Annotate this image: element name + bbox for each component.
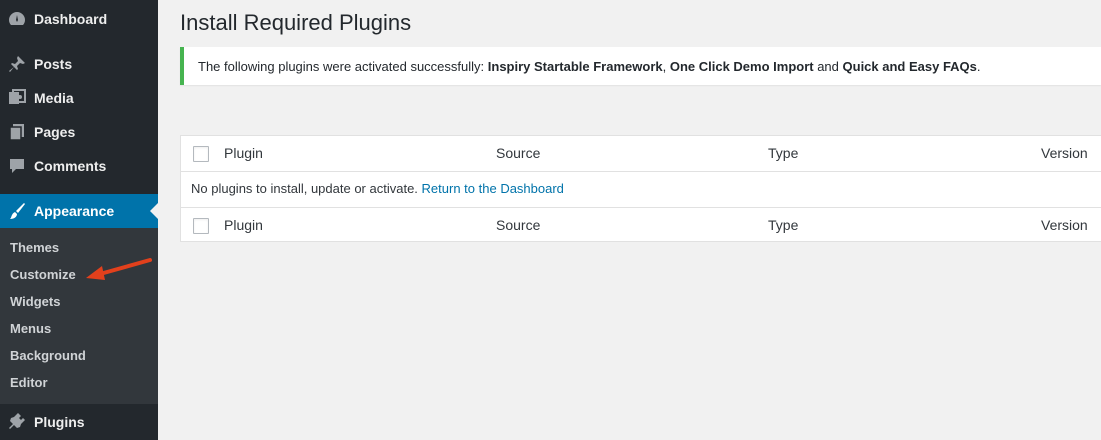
active-menu-pointer [150,203,158,219]
success-notice: The following plugins were activated suc… [180,47,1101,85]
notice-text: The following plugins were activated suc… [198,59,981,74]
table-header: Plugin Source Type Version [181,136,1101,172]
plugin-name: Quick and Easy FAQs [842,59,977,74]
sidebar-item-label: Media [34,90,74,106]
select-all-checkbox-footer[interactable] [193,218,209,234]
column-footer-plugin[interactable]: Plugin [224,217,263,233]
submenu-item-themes[interactable]: Themes [10,240,59,255]
plugin-icon [8,413,26,431]
plugin-name: One Click Demo Import [669,59,814,74]
submenu-item-editor[interactable]: Editor [10,375,48,390]
column-header-source[interactable]: Source [496,145,540,161]
empty-message: No plugins to install, update or activat… [191,181,564,196]
pages-icon [8,123,26,141]
sidebar-item-posts[interactable]: Posts [0,47,158,81]
submenu-item-menus[interactable]: Menus [10,321,51,336]
sidebar-item-appearance[interactable]: Appearance [0,194,158,228]
sidebar-item-label: Appearance [34,203,115,219]
paintbrush-icon [8,202,26,220]
sidebar-item-label: Plugins [34,414,85,430]
table-row: No plugins to install, update or activat… [181,171,1101,206]
admin-sidebar: Dashboard Posts Media Pages Comments App… [0,0,158,440]
column-header-type[interactable]: Type [768,145,798,161]
table-footer: Plugin Source Type Version [181,207,1101,243]
sidebar-item-plugins[interactable]: Plugins [0,405,158,439]
column-footer-version[interactable]: Version [1041,217,1088,233]
submenu-item-background[interactable]: Background [10,348,86,363]
select-all-checkbox[interactable] [193,146,209,162]
column-footer-type[interactable]: Type [768,217,798,233]
plugins-table: Plugin Source Type Version No plugins to… [180,135,1101,242]
sidebar-item-label: Pages [34,124,76,140]
sidebar-item-label: Dashboard [34,11,108,27]
page-title: Install Required Plugins [180,10,412,35]
plugin-name: Inspiry Startable Framework [487,59,663,74]
pin-icon [8,55,26,73]
sidebar-item-label: Posts [34,56,73,72]
column-header-plugin[interactable]: Plugin [224,145,263,161]
dashboard-icon [8,10,26,28]
red-arrow-annotation [86,258,152,280]
comment-icon [8,157,26,175]
sidebar-item-media[interactable]: Media [0,81,158,115]
column-header-version[interactable]: Version [1041,145,1088,161]
sidebar-item-dashboard[interactable]: Dashboard [0,2,158,36]
submenu-item-widgets[interactable]: Widgets [10,294,60,309]
sidebar-item-comments[interactable]: Comments [0,149,158,183]
return-to-dashboard-link[interactable]: Return to the Dashboard [422,181,564,196]
media-icon [8,89,26,107]
sidebar-item-label: Comments [34,158,107,174]
column-footer-source[interactable]: Source [496,217,540,233]
submenu-item-customize[interactable]: Customize [10,267,76,282]
sidebar-item-pages[interactable]: Pages [0,115,158,149]
